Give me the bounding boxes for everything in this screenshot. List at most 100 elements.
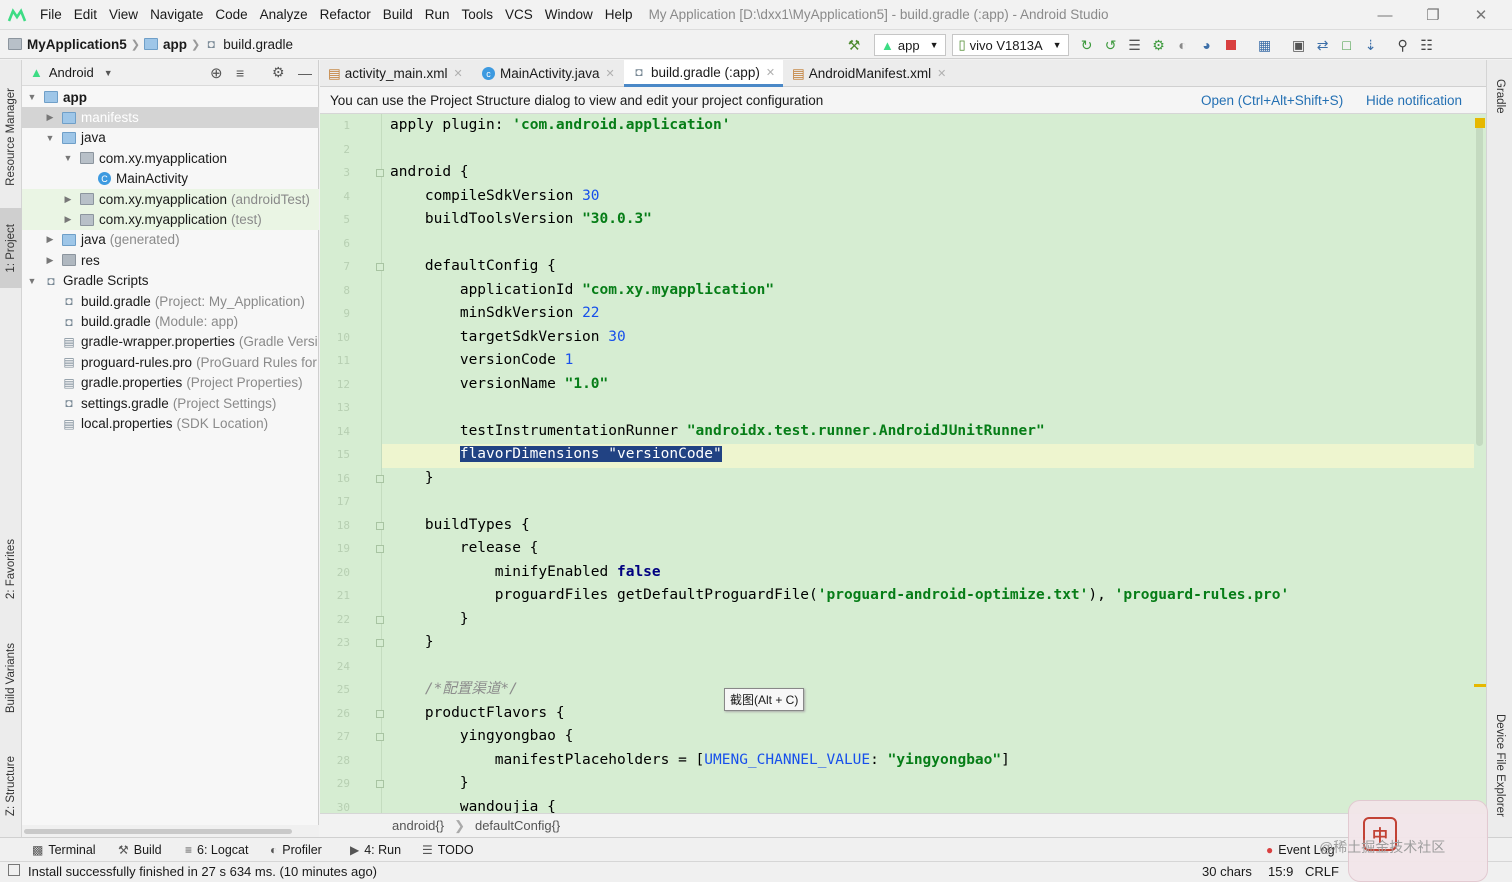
code-line[interactable]: flavorDimensions "versionCode" (390, 443, 722, 467)
code-line[interactable]: } (390, 631, 434, 655)
tree-item[interactable]: ▶ res (22, 250, 319, 270)
vertical-scrollbar[interactable] (1474, 114, 1486, 813)
code-line[interactable]: /*配置渠道*/ (390, 678, 518, 702)
tab-favorites[interactable]: 2: Favorites (0, 528, 22, 610)
tree-item[interactable]: ▼ app (22, 87, 319, 107)
chevron-down-icon[interactable]: ▼ (26, 92, 38, 102)
code-line[interactable]: productFlavors { (390, 702, 565, 726)
status-line-separator[interactable]: CRLF (1305, 864, 1339, 879)
tree-item[interactable]: ▶ manifests (22, 107, 319, 128)
fold-marker-icon[interactable] (376, 733, 384, 741)
close-tab-icon[interactable]: ✕ (766, 66, 775, 79)
tree-item[interactable]: ◘ build.gradle (Project: My_Application) (22, 291, 319, 311)
status-caret-position[interactable]: 15:9 (1268, 864, 1293, 879)
code-line[interactable]: android { (390, 161, 469, 185)
layout-inspector-icon[interactable]: ▣ (1287, 33, 1311, 57)
close-tab-icon[interactable]: ✕ (606, 67, 615, 80)
tab-androidmanifest-xml[interactable]: ▤ AndroidManifest.xml ✕ (784, 60, 954, 87)
chevron-right-icon[interactable]: ▶ (44, 255, 56, 266)
code-line[interactable]: minSdkVersion 22 (390, 302, 600, 326)
code-line[interactable]: targetSdkVersion 30 (390, 326, 626, 350)
tree-item[interactable]: C MainActivity (22, 169, 319, 189)
sdk-manager-icon[interactable]: ⇣ (1359, 33, 1383, 57)
device-select[interactable]: ▯ vivo V1813A ▼ (951, 34, 1069, 56)
menu-window[interactable]: Window (539, 0, 599, 30)
code-line[interactable]: manifestPlaceholders = [UMENG_CHANNEL_VA… (390, 749, 1010, 773)
gear-icon[interactable]: ⚙ (272, 64, 285, 81)
scrollbar-thumb[interactable] (1476, 126, 1483, 446)
breadcrumb-project[interactable]: MyApplication5 (27, 37, 127, 52)
tool-build[interactable]: ⚒ Build (118, 838, 162, 862)
tree-item[interactable]: ◘ build.gradle (Module: app) (22, 311, 319, 331)
tree-item[interactable]: ▤ gradle.properties (Project Properties) (22, 373, 319, 393)
code-line[interactable]: defaultConfig { (390, 255, 556, 279)
chevron-down-icon[interactable]: ▼ (44, 133, 56, 143)
tool-logcat[interactable]: ≡ 6: Logcat (185, 838, 248, 862)
tree-item[interactable]: ▼ com.xy.myapplication (22, 148, 319, 168)
debug-icon[interactable]: ⚙ (1147, 33, 1171, 57)
tab-mainactivity-java[interactable]: c MainActivity.java ✕ (474, 60, 623, 87)
search-icon[interactable]: ⚲ (1391, 33, 1415, 57)
code-line[interactable]: yingyongbao { (390, 725, 574, 749)
tab-gradle[interactable]: Gradle (1487, 66, 1512, 126)
stop-icon[interactable] (1219, 33, 1243, 57)
chevron-down-icon[interactable]: ▼ (62, 153, 74, 163)
code-line[interactable]: testInstrumentationRunner "androidx.test… (390, 420, 1045, 444)
tab-activity-main-xml[interactable]: ▤ activity_main.xml ✕ (320, 60, 471, 87)
menu-code[interactable]: Code (209, 0, 253, 30)
code-editor[interactable]: 1 2 3 4 5 6 7 8 9 10 11 12 13 14 15 16 17 18 19 20 21 22 23 24 2… (320, 114, 1486, 813)
menu-file[interactable]: File (34, 0, 68, 30)
tree-item[interactable]: ▶ java (generated) (22, 230, 319, 250)
tree-item[interactable]: ▶ com.xy.myapplication (test) (22, 209, 319, 230)
hide-notification-link[interactable]: Hide notification (1366, 93, 1462, 108)
attach-debugger-icon[interactable]: ◕ (1195, 33, 1219, 57)
code-line[interactable]: minifyEnabled false (390, 561, 661, 585)
ime-overlay-widget[interactable]: 中 @稀土掘金技术社区 (1319, 800, 1488, 882)
close-icon[interactable]: ✕ (1458, 0, 1504, 30)
code-line[interactable]: compileSdkVersion 30 (390, 185, 600, 209)
open-project-structure-link[interactable]: Open (Ctrl+Alt+Shift+S) (1201, 93, 1343, 108)
code-line[interactable]: versionName "1.0" (390, 373, 608, 397)
tree-item[interactable]: ▤ local.properties (SDK Location) (22, 413, 319, 433)
collapse-all-icon[interactable]: ≡ (236, 65, 244, 81)
tree-item[interactable]: ▶ com.xy.myapplication (androidTest) (22, 189, 319, 210)
chevron-right-icon[interactable]: ▶ (44, 112, 56, 123)
apply-code-changes-icon[interactable]: ↺ (1099, 33, 1123, 57)
tree-item[interactable]: ▤ proguard-rules.pro (ProGuard Rules for (22, 352, 319, 372)
menu-analyze[interactable]: Analyze (254, 0, 314, 30)
breadcrumb-file[interactable]: build.gradle (223, 37, 293, 52)
code-line[interactable]: apply plugin: 'com.android.application' (390, 114, 731, 138)
tree-item[interactable]: ▼ ◘ Gradle Scripts (22, 271, 319, 291)
run-config-select[interactable]: ▲ app ▼ (874, 34, 946, 56)
chevron-down-icon[interactable]: ▼ (26, 276, 38, 286)
tree-item[interactable]: ◘ settings.gradle (Project Settings) (22, 393, 319, 413)
stripes-icon[interactable]: ☷ (1415, 33, 1439, 57)
menu-tools[interactable]: Tools (456, 0, 500, 30)
tool-profiler[interactable]: ◐ Profiler (270, 838, 322, 862)
fold-marker-icon[interactable] (376, 263, 384, 271)
menu-refactor[interactable]: Refactor (314, 0, 377, 30)
breadcrumb-android[interactable]: android{} (392, 818, 444, 833)
chevron-down-icon[interactable]: ▼ (104, 68, 113, 78)
tab-resource-manager[interactable]: Resource Manager (0, 78, 22, 196)
code-line[interactable]: proguardFiles getDefaultProguardFile('pr… (390, 584, 1289, 608)
menu-edit[interactable]: Edit (68, 0, 103, 30)
fold-marker-icon[interactable] (376, 474, 384, 483)
tab-build-variants[interactable]: Build Variants (0, 634, 22, 722)
fold-marker-icon[interactable] (376, 639, 384, 647)
chevron-right-icon[interactable]: ▶ (62, 214, 74, 225)
chevron-right-icon[interactable]: ▶ (44, 234, 56, 245)
breadcrumb-module[interactable]: app (163, 37, 187, 52)
fold-marker-icon[interactable] (376, 709, 384, 718)
fold-marker-icon[interactable] (376, 615, 384, 624)
hide-icon[interactable]: — (298, 65, 312, 81)
code-line[interactable]: buildToolsVersion "30.0.3" (390, 208, 652, 232)
chevron-right-icon[interactable]: ▶ (62, 194, 74, 205)
avd-manager-icon[interactable]: □ (1335, 33, 1359, 57)
tree-item[interactable]: ▤ gradle-wrapper.properties (Gradle Versi (22, 332, 319, 352)
menu-vcs[interactable]: VCS (499, 0, 539, 30)
tab-project[interactable]: 1: Project (0, 208, 22, 288)
status-message[interactable]: Install successfully finished in 27 s 63… (28, 864, 377, 879)
hammer-icon[interactable]: ⚒ (842, 33, 866, 57)
code-line[interactable]: buildTypes { (390, 514, 530, 538)
